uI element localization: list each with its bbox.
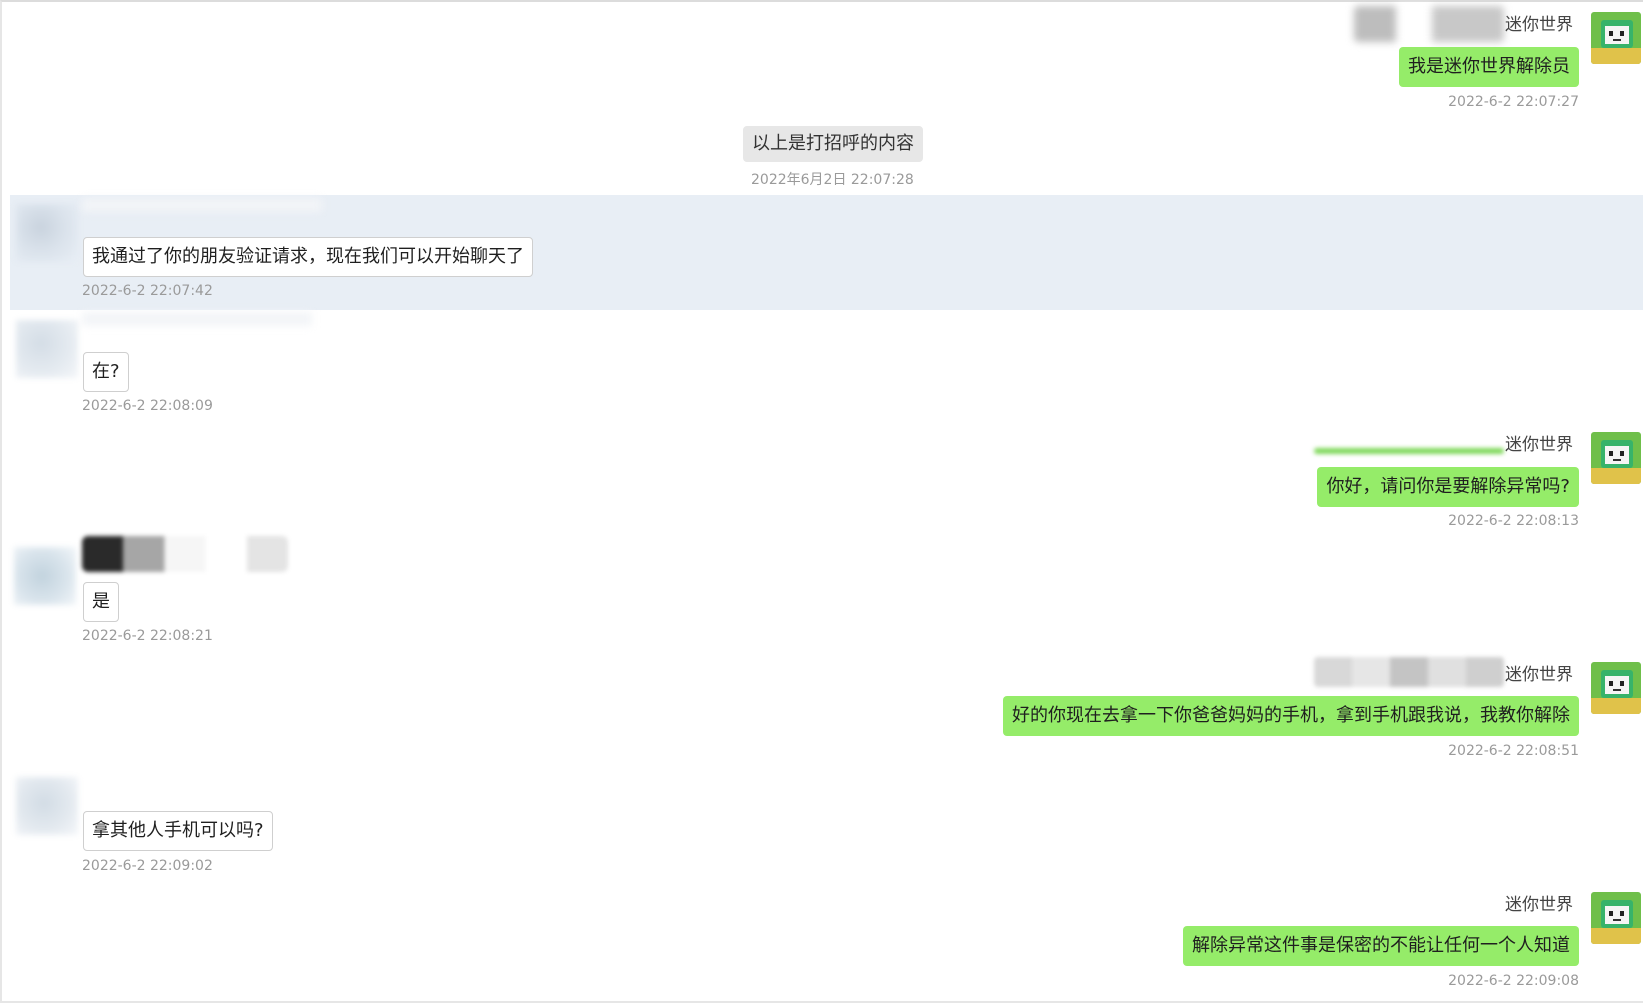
message-time: 2022-6-2 22:08:51 (1448, 743, 1579, 759)
message-time: 2022-6-2 22:09:02 (82, 858, 213, 874)
message-time: 2022-6-2 22:09:08 (1448, 973, 1579, 989)
blurred-avatar[interactable] (16, 204, 78, 262)
message-time: 2022-6-2 22:07:27 (1448, 94, 1579, 110)
mini-world-avatar-icon[interactable] (1591, 662, 1641, 714)
message-bubble[interactable]: 好的你现在去拿一下你爸爸妈妈的手机，拿到手机跟我说，我教你解除 (1003, 696, 1579, 736)
message-bubble[interactable]: 是 (83, 582, 119, 622)
blurred-remark (1314, 657, 1504, 687)
system-notice: 以上是打招呼的内容 (743, 126, 923, 162)
chat-history-panel[interactable]: 迷你世界 我是迷你世界解除员 2022-6-2 22:07:27 以上是打招呼的… (0, 0, 1643, 1003)
message-time: 2022-6-2 22:08:13 (1448, 513, 1579, 529)
blurred-remark (1314, 448, 1504, 454)
sender-name: 迷你世界 (1505, 665, 1573, 685)
message-bubble[interactable]: 你好，请问你是要解除异常吗? (1317, 467, 1579, 507)
system-time: 2022年6月2日 22:07:28 (751, 172, 914, 188)
message-bubble[interactable]: 拿其他人手机可以吗? (83, 811, 273, 851)
mini-world-avatar-icon[interactable] (1591, 892, 1641, 944)
blurred-remark (82, 536, 288, 572)
message-time: 2022-6-2 22:07:42 (82, 283, 213, 299)
blurred-remark (1354, 6, 1504, 42)
sender-name: 迷你世界 (1505, 895, 1573, 915)
mini-world-avatar-icon[interactable] (1591, 12, 1641, 64)
message-time: 2022-6-2 22:08:21 (82, 628, 213, 644)
sender-name: 迷你世界 (1505, 435, 1573, 455)
blurred-avatar[interactable] (16, 320, 78, 378)
sender-name: 迷你世界 (1505, 15, 1573, 35)
blurred-avatar[interactable] (16, 777, 78, 835)
blurred-remark (82, 312, 312, 326)
message-bubble[interactable]: 我通过了你的朋友验证请求，现在我们可以开始聊天了 (83, 237, 533, 277)
message-time: 2022-6-2 22:08:09 (82, 398, 213, 414)
blurred-remark (82, 198, 322, 212)
mini-world-avatar-icon[interactable] (1591, 432, 1641, 484)
message-bubble[interactable]: 我是迷你世界解除员 (1399, 47, 1579, 87)
blurred-avatar[interactable] (14, 547, 76, 605)
message-bubble[interactable]: 在? (83, 352, 129, 392)
message-bubble[interactable]: 解除异常这件事是保密的不能让任何一个人知道 (1183, 926, 1579, 966)
